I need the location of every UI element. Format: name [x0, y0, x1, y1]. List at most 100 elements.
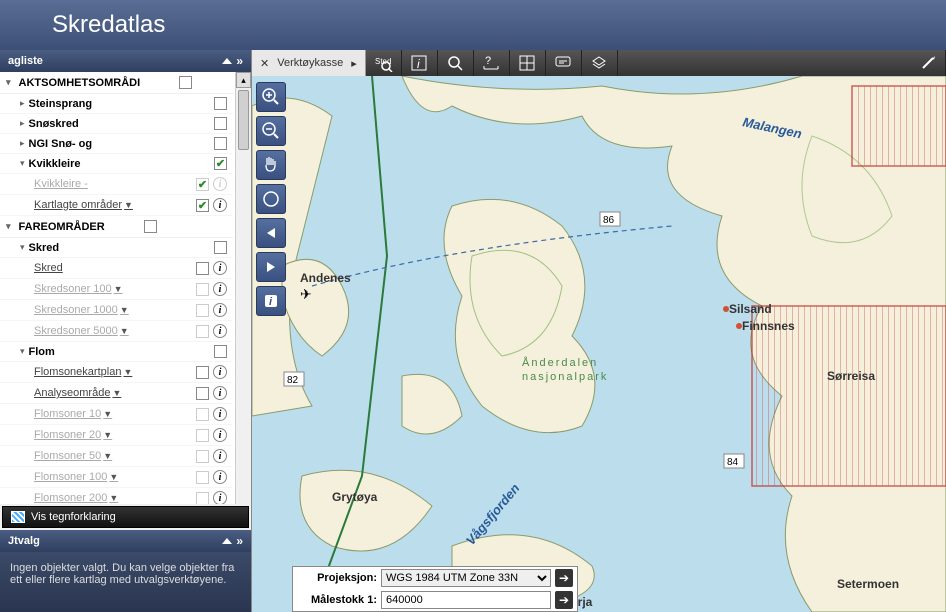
layer-flomsoner200[interactable]: Flomsoner 200▼ i [0, 488, 233, 504]
legend-button[interactable]: Vis tegnforklaring [2, 506, 249, 528]
checkbox-checked[interactable] [196, 199, 209, 212]
layer-kartlagte[interactable]: Kartlagte områder▼ i [0, 195, 233, 216]
layer-skredsoner5000[interactable]: Skredsoner 5000▼ i [0, 321, 233, 342]
info-icon[interactable]: i [213, 365, 227, 379]
group-fareomrader[interactable]: FAREOMRÅDER [0, 216, 233, 238]
identify-button[interactable]: i [256, 286, 286, 316]
layer-skredsoner1000[interactable]: Skredsoner 1000▼ i [0, 300, 233, 321]
checkbox[interactable] [214, 137, 227, 150]
malestokk-input[interactable] [381, 591, 551, 609]
scroll-up-button[interactable]: ▴ [236, 72, 251, 88]
dropdown-arrow-icon[interactable]: ▼ [120, 326, 129, 336]
next-extent-button[interactable] [256, 252, 286, 282]
layer-kvikkleire-sub[interactable]: Kvikkleire - i [0, 174, 233, 195]
checkbox[interactable] [214, 97, 227, 110]
layer-ngi[interactable]: NGI Snø- og [0, 134, 233, 154]
measure-tool[interactable]: ? [474, 50, 510, 76]
dropdown-arrow-icon[interactable]: ▼ [109, 472, 118, 482]
dropdown-arrow-icon[interactable]: ▼ [123, 367, 132, 377]
dropdown-arrow-icon[interactable]: ▼ [103, 409, 112, 419]
info-icon[interactable]: i [213, 198, 227, 212]
layer-skred-grp[interactable]: Skred [0, 238, 233, 258]
layer-list[interactable]: AKTSOMHETSOMRÅDI Steinsprang Snøskred NG… [0, 72, 251, 504]
verktoykasse-button[interactable]: Verktøykasse [252, 50, 366, 76]
collapse-up-icon[interactable] [222, 538, 232, 544]
group-aktsomhet[interactable]: AKTSOMHETSOMRÅDI [0, 72, 233, 94]
zoom-search-tool[interactable] [438, 50, 474, 76]
info-icon[interactable]: i [213, 261, 227, 275]
prev-extent-button[interactable] [256, 218, 286, 248]
draw-tool[interactable] [910, 50, 946, 76]
info-icon[interactable]: i [213, 386, 227, 400]
search-place-tool[interactable]: Sted [366, 50, 402, 76]
layer-analyseomrade[interactable]: Analyseområde▼ i [0, 383, 233, 404]
layer-skred[interactable]: Skred i [0, 258, 233, 279]
collapse-up-icon[interactable] [222, 58, 232, 64]
info-icon[interactable]: i [213, 407, 227, 421]
grid-tool[interactable] [510, 50, 546, 76]
layer-skredsoner100[interactable]: Skredsoner 100▼ i [0, 279, 233, 300]
info-icon[interactable]: i [213, 282, 227, 296]
malestokk-go-button[interactable]: ➔ [555, 591, 573, 609]
checkbox[interactable] [196, 471, 209, 484]
checkbox-checked[interactable] [214, 157, 227, 170]
checkbox[interactable] [214, 117, 227, 130]
layer-snoskred[interactable]: Snøskred [0, 114, 233, 134]
collapse-right-icon[interactable]: » [236, 54, 243, 68]
dropdown-arrow-icon[interactable]: ▼ [114, 284, 123, 294]
checkbox[interactable] [196, 450, 209, 463]
layer-steinsprang[interactable]: Steinsprang [0, 94, 233, 114]
dropdown-arrow-icon[interactable]: ▼ [112, 388, 121, 398]
checkbox[interactable] [144, 220, 157, 233]
checkbox[interactable] [214, 345, 227, 358]
layer-flomsoner100[interactable]: Flomsoner 100▼ i [0, 467, 233, 488]
info-tool[interactable]: i [402, 50, 438, 76]
zoom-out-button[interactable] [256, 116, 286, 146]
checkbox[interactable] [214, 241, 227, 254]
layer-flomsoner50[interactable]: Flomsoner 50▼ i [0, 446, 233, 467]
layer-kvikkleire[interactable]: Kvikkleire [0, 154, 233, 174]
checkbox[interactable] [196, 325, 209, 338]
dropdown-arrow-icon[interactable]: ▼ [124, 200, 133, 210]
checkbox-checked-dim[interactable] [196, 178, 209, 191]
checkbox[interactable] [196, 429, 209, 442]
utvalg-panel-header[interactable]: Jtvalg » [0, 530, 251, 552]
checkbox[interactable] [179, 76, 192, 89]
checkbox[interactable] [196, 366, 209, 379]
info-icon[interactable]: i [213, 303, 227, 317]
layer-flomsonekartplan[interactable]: Flomsonekartplan▼ i [0, 362, 233, 383]
layer-flomsoner20[interactable]: Flomsoner 20▼ i [0, 425, 233, 446]
checkbox[interactable] [196, 408, 209, 421]
checkbox[interactable] [196, 262, 209, 275]
dropdown-arrow-icon[interactable]: ▼ [103, 451, 112, 461]
info-icon[interactable]: i [213, 470, 227, 484]
scroll-thumb[interactable] [238, 90, 249, 150]
info-icon[interactable]: i [213, 428, 227, 442]
checkbox[interactable] [196, 283, 209, 296]
info-icon[interactable]: i [213, 491, 227, 504]
scrollbar[interactable]: ▴ [235, 72, 251, 504]
dropdown-arrow-icon[interactable]: ▼ [109, 493, 118, 503]
layer-flomsoner10[interactable]: Flomsoner 10▼ i [0, 404, 233, 425]
comment-tool[interactable] [546, 50, 582, 76]
info-icon[interactable]: i [213, 324, 227, 338]
zoom-in-button[interactable] [256, 82, 286, 112]
layer-flom-grp[interactable]: Flom [0, 342, 233, 362]
info-icon[interactable]: i [213, 177, 227, 191]
layers-tool[interactable] [582, 50, 618, 76]
pan-button[interactable] [256, 150, 286, 180]
checkbox[interactable] [196, 387, 209, 400]
checkbox[interactable] [196, 304, 209, 317]
zoom-extent-button[interactable] [256, 184, 286, 214]
info-icon[interactable]: i [213, 449, 227, 463]
map-area[interactable]: Verktøykasse Sted i ? i [252, 50, 946, 612]
label-setermoen: Setermoen [837, 577, 899, 591]
collapse-right-icon[interactable]: » [236, 534, 243, 548]
checkbox[interactable] [196, 492, 209, 505]
dropdown-arrow-icon[interactable]: ▼ [103, 430, 112, 440]
dropdown-arrow-icon[interactable]: ▼ [120, 305, 129, 315]
projeksjon-select[interactable]: WGS 1984 UTM Zone 33N [381, 569, 551, 587]
map-canvas[interactable]: 86 84 82 ✈ Andenes Grytøya Andørja Silsa… [252, 76, 946, 612]
lagliste-panel-header[interactable]: agliste » [0, 50, 251, 72]
projeksjon-go-button[interactable]: ➔ [555, 569, 573, 587]
